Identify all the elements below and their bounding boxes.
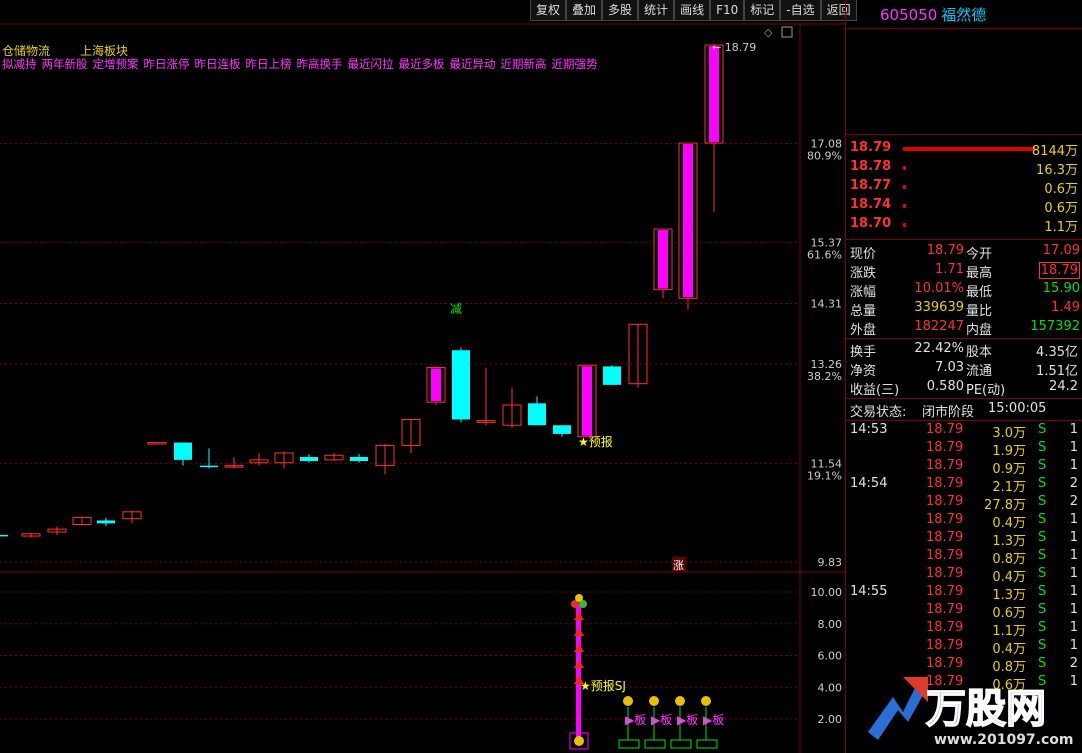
window-icon: [781, 26, 793, 38]
money-bag-icon: [675, 696, 685, 706]
money-bag-icon: [623, 696, 633, 706]
forecast-sj-marker: ★预报SJ: [580, 678, 626, 693]
board-base: [696, 739, 718, 749]
concept-tag[interactable]: 昨日涨停: [144, 57, 190, 71]
watermark-logo: 万股网 www.201097.com: [868, 677, 1074, 748]
candle-body: [97, 520, 115, 524]
pct-axis-label: 61.6%: [807, 248, 842, 261]
indicator-axis-label: 6.00: [818, 650, 843, 663]
tick-deal-row: 18.79 0.4万 S 1: [926, 512, 1078, 531]
tick-deal-row: 14:54 18.79 2.1万 S 2: [850, 476, 1078, 495]
tick-deal-row: 18.79 1.3万 S 1: [926, 530, 1078, 549]
concept-tag[interactable]: 昨高换手: [297, 57, 343, 71]
forecast-marker: ★预报: [578, 434, 613, 449]
candle-body: [528, 403, 546, 426]
stock-name: 福然德: [941, 6, 987, 24]
concept-tag[interactable]: 近期强势: [552, 57, 598, 71]
quote-row: 外盘 182247 内盘 157392: [850, 319, 1080, 338]
indicator-axis-label: 4.00: [818, 681, 843, 694]
candle-body: [553, 425, 571, 434]
orderbook-row[interactable]: 18.70 1.1万: [848, 216, 1080, 235]
stock-header: 605050 福然德: [848, 4, 1082, 25]
concept-tag[interactable]: 昨日连板: [195, 57, 241, 71]
tick-deal-row: 14:53 18.79 3.0万 S 1: [850, 422, 1078, 441]
watermark-brand: 万股网: [926, 686, 1046, 732]
tick-deal-row: 18.79 1.1万 S 1: [926, 620, 1078, 639]
candle-fill: [683, 144, 693, 298]
orderbook-row[interactable]: 18.78 16.3万: [848, 159, 1080, 178]
arrow-up-icon: [574, 628, 584, 636]
quote-row: 现价 18.79 今开 17.09: [850, 243, 1080, 262]
fundamental-row: 收益(三) 0.580 PE(动) 24.2: [850, 379, 1078, 398]
price-axis-label: 14.31: [811, 298, 843, 311]
orderbook-row[interactable]: 18.79 8144万: [848, 140, 1080, 159]
indicator-axis-label: 10.00: [811, 586, 843, 599]
fundamental-row: 净资 7.03 流通 1.51亿: [850, 360, 1078, 379]
stock-code: 605050: [880, 6, 938, 24]
tick-deal-row: 18.79 27.8万 S 2: [926, 494, 1078, 513]
price-axis-label: 9.83: [818, 556, 843, 569]
ball-icon: [575, 594, 583, 602]
board-base: [618, 739, 640, 749]
tick-deal-row: 18.79 0.4万 S 1: [926, 566, 1078, 585]
tick-deal-row: 18.79 0.8万 S 1: [926, 548, 1078, 567]
pct-axis-label: 38.2%: [807, 370, 842, 383]
concept-tags: 拟减持 两年新股 定增预案 昨日涨停 昨日连板 昨日上榜 昨高换手 最近闪拉 最近多板 最近异动近…: [2, 56, 603, 72]
indicator-axis-label: 8.00: [818, 618, 843, 631]
concept-tag[interactable]: 两年新股: [42, 57, 88, 71]
arrow-up-icon: [574, 612, 584, 620]
arrow-up-icon: [574, 660, 584, 668]
candle-fill: [658, 230, 668, 289]
concept-tag[interactable]: 最近异动: [450, 57, 496, 71]
board-base: [670, 739, 692, 749]
quote-row: 涨跌 1.71 最高 18.79: [850, 262, 1080, 281]
board-base: [644, 739, 666, 749]
pct-axis-label: 80.9%: [807, 150, 842, 163]
concept-tag[interactable]: 近期新高: [501, 57, 547, 71]
candle-body: [452, 350, 470, 420]
candle-fill: [431, 368, 441, 402]
kline-chart[interactable]: 17.0880.9%15.3761.6%14.3113.2638.2%11.54…: [0, 0, 845, 753]
tick-deal-row: 18.79 0.6万 S 1: [926, 602, 1078, 621]
quote-row: 总量 339639 量比 1.49: [850, 300, 1080, 319]
tick-deal-row: 14:55 18.79 1.3万 S 1: [850, 584, 1078, 603]
orderbook-row[interactable]: 18.74 0.6万: [848, 197, 1080, 216]
concept-tag[interactable]: 昨日上榜: [246, 57, 292, 71]
pct-axis-label: 19.1%: [807, 469, 842, 482]
fundamental-row: 换手 22.42% 股本 4.35亿: [850, 341, 1078, 360]
candle-body: [0, 534, 8, 537]
tick-deal-row: 18.79 1.9万 S 1: [926, 440, 1078, 459]
watermark-url: www.201097.com: [934, 732, 1074, 748]
money-bag-icon: [574, 736, 584, 746]
high-price-label: ← 18.79: [712, 41, 756, 54]
reduce-marker: 减: [450, 302, 462, 316]
money-bag-icon: [649, 696, 659, 706]
candle-body: [350, 456, 368, 462]
orderbook-row[interactable]: 18.77 0.6万: [848, 178, 1080, 197]
concept-tag[interactable]: 定增预案: [93, 57, 139, 71]
indicator-axis-label: 2.00: [818, 713, 843, 726]
arrow-up-icon: [574, 644, 584, 652]
concept-tag[interactable]: 最近多板: [399, 57, 445, 71]
money-bag-icon: [701, 696, 711, 706]
panel-separator: [845, 0, 846, 753]
candle-body: [300, 456, 318, 462]
zhang-label: 涨: [673, 559, 684, 572]
quote-row: 涨幅 10.01% 最低 15.90: [850, 281, 1080, 300]
candle-body: [200, 465, 218, 468]
diamond-icon: ◇: [764, 26, 773, 39]
signal-bar: [576, 605, 581, 740]
concept-tag[interactable]: 最近闪拉: [348, 57, 394, 71]
candle-fill: [582, 366, 592, 436]
candle-fill: [709, 46, 719, 143]
candle-body: [147, 442, 167, 445]
concept-tag[interactable]: 拟减持: [2, 57, 37, 71]
candle-body: [603, 366, 621, 385]
candle-body: [174, 442, 192, 460]
tick-deal-row: 18.79 0.4万 S 1: [926, 638, 1078, 657]
tick-deal-row: 18.79 0.9万 S 1: [926, 458, 1078, 477]
trade-status: 交易状态: 闭市阶段 15:00:05: [850, 401, 1047, 420]
